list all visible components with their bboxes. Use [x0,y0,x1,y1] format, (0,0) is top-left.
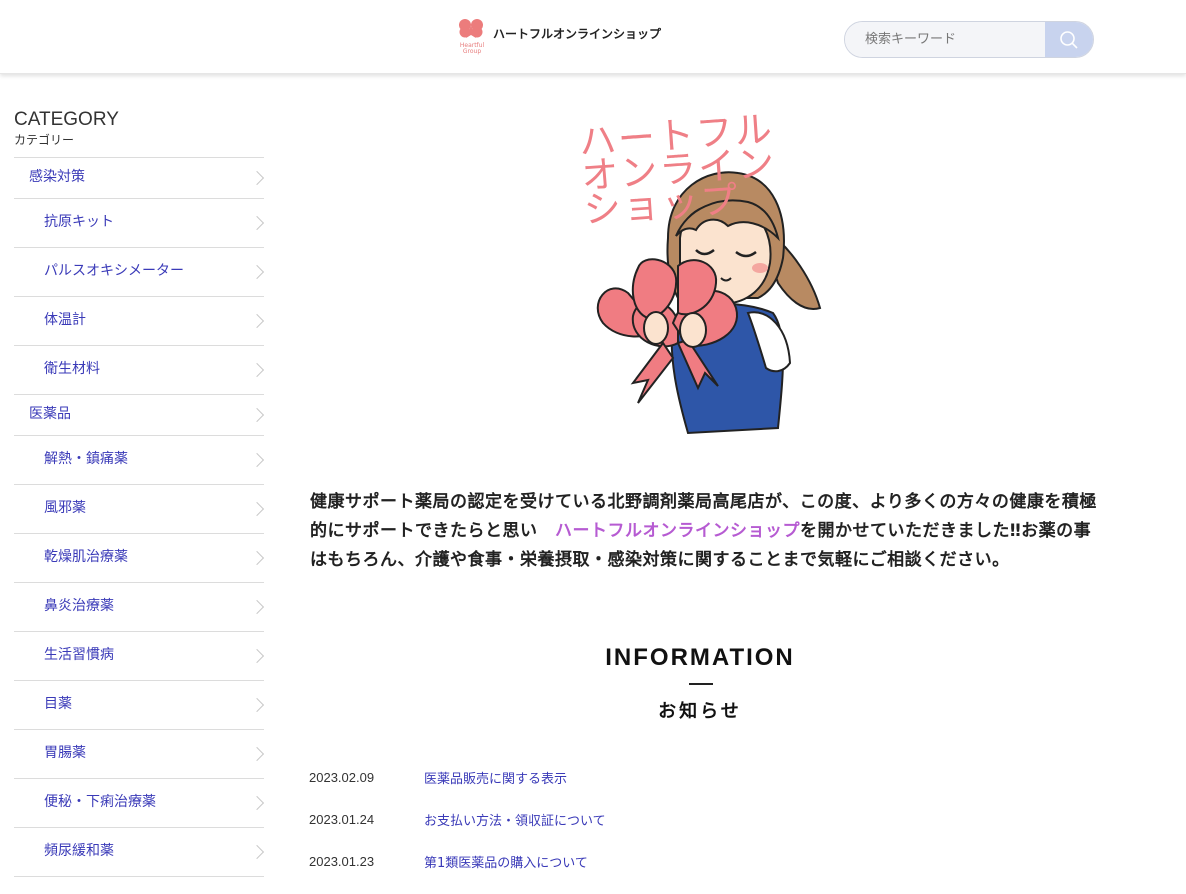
news-date: 2023.01.23 [309,853,375,869]
sidebar-item[interactable]: 解熱・鎮痛薬 [14,436,265,485]
sidebar-item[interactable]: 乾燥肌治療薬 [14,534,265,583]
sidebar-item[interactable]: 抗原キット [14,199,265,248]
site-header: Heartful Group ハートフルオンラインショップ [0,0,1186,74]
category-list: 感染対策抗原キットパルスオキシメーター 体温計衛生材料医薬品解熱・鎮痛薬 風邪薬乾燥… [14,157,265,877]
site-logo[interactable]: Heartful Group ハートフルオンラインショップ [455,16,661,56]
news-date: 2023.01.24 [309,811,375,827]
sidebar-item[interactable]: 胃腸薬 [14,730,265,779]
sidebar-item-label: パルスオキシメーター [44,263,184,279]
information-divider [689,683,713,685]
sidebar-item[interactable]: 便秘・下痢治療薬 [14,779,265,828]
shop-name-link[interactable]: ハートフルオンラインショップ [555,521,800,541]
sidebar-item[interactable]: 風邪薬 [14,485,265,534]
information-heading: INFORMATION [605,644,795,671]
hero-illustration: ハートフルオンラインショップ [578,107,828,443]
chevron-right-icon [249,215,265,231]
chevron-right-icon [249,407,265,423]
hero-title: ハートフルオンラインショップ [577,107,778,232]
news-row: 2023.02.09 医薬品販売に関する表示 [309,756,1009,798]
chevron-right-icon [249,550,265,566]
sidebar-item[interactable]: 感染対策 [14,158,265,199]
sidebar-item[interactable]: 医薬品 [14,395,265,436]
information-subheading: お知らせ [658,701,742,722]
chevron-right-icon [249,844,265,860]
sidebar-item-label: 鼻炎治療薬 [44,598,114,614]
chevron-right-icon [249,648,265,664]
category-title: CATEGORY [14,109,119,130]
sidebar-item-label: 乾燥肌治療薬 [44,549,128,565]
chevron-right-icon [249,795,265,811]
sidebar-item-label: 体温計 [44,312,86,328]
logo-subtext: Heartful Group [455,43,489,55]
search-input[interactable] [845,22,1046,57]
chevron-right-icon [249,697,265,713]
sidebar-item-label: 抗原キット [44,214,114,230]
sidebar-item-label: 生活習慣病 [44,647,114,663]
news-list: 2023.02.09 医薬品販売に関する表示 2023.01.24 お支払い方法・領収… [309,756,1009,882]
sidebar-item[interactable]: 頻尿緩和薬 [14,828,265,877]
chevron-right-icon [249,362,265,378]
search-icon [1060,30,1078,49]
chevron-right-icon [249,501,265,517]
news-title-link[interactable]: 医薬品販売に関する表示 [424,768,567,787]
chevron-right-icon [249,313,265,329]
chevron-right-icon [249,170,265,186]
sidebar-item[interactable]: 目薬 [14,681,265,730]
news-row: 2023.01.23 第1類医薬品の購入について [309,840,1009,882]
sidebar-item-label: 目薬 [44,696,72,712]
sidebar-item-label: 胃腸薬 [44,745,86,761]
sidebar-item[interactable]: 鼻炎治療薬 [14,583,265,632]
sidebar-item[interactable]: 生活習慣病 [14,632,265,681]
logo-text: ハートフルオンラインショップ [493,26,662,41]
sidebar-item-label: 便秘・下痢治療薬 [44,794,156,810]
sidebar-item[interactable]: パルスオキシメーター [14,248,265,297]
chevron-right-icon [249,599,265,615]
news-row: 2023.01.24 お支払い方法・領収証について [309,798,1009,840]
category-subtitle: カテゴリー [14,133,75,147]
chevron-right-icon [249,746,265,762]
chevron-right-icon [249,264,265,280]
news-title-link[interactable]: お支払い方法・領収証について [424,810,606,829]
sidebar-item[interactable]: 衛生材料 [14,346,265,395]
sidebar-item-label: 頻尿緩和薬 [44,843,114,859]
search-box [844,21,1094,58]
sidebar-item[interactable]: 体温計 [14,297,265,346]
sidebar-item-label: 解熱・鎮痛薬 [44,451,128,467]
chevron-right-icon [249,452,265,468]
news-title-link[interactable]: 第1類医薬品の購入について [424,852,588,871]
sidebar-item-label: 風邪薬 [44,500,86,516]
search-button[interactable] [1045,22,1093,57]
sidebar-item-label: 衛生材料 [44,361,100,377]
logo-sub-line2: Group [462,48,482,55]
sidebar-item-label: 医薬品 [29,406,71,422]
news-date: 2023.02.09 [309,769,375,785]
heart-clover-logo-icon: Heartful Group [455,16,489,56]
category-sidebar: CATEGORY カテゴリー 感染対策抗原キットパルスオキシメーター 体温計衛生材… [14,108,265,877]
intro-paragraph: 健康サポート薬局の認定を受けている北野調剤薬局高尾店が、この度、より多くの方々の… [310,488,1100,575]
sidebar-item-label: 感染対策 [29,169,85,185]
